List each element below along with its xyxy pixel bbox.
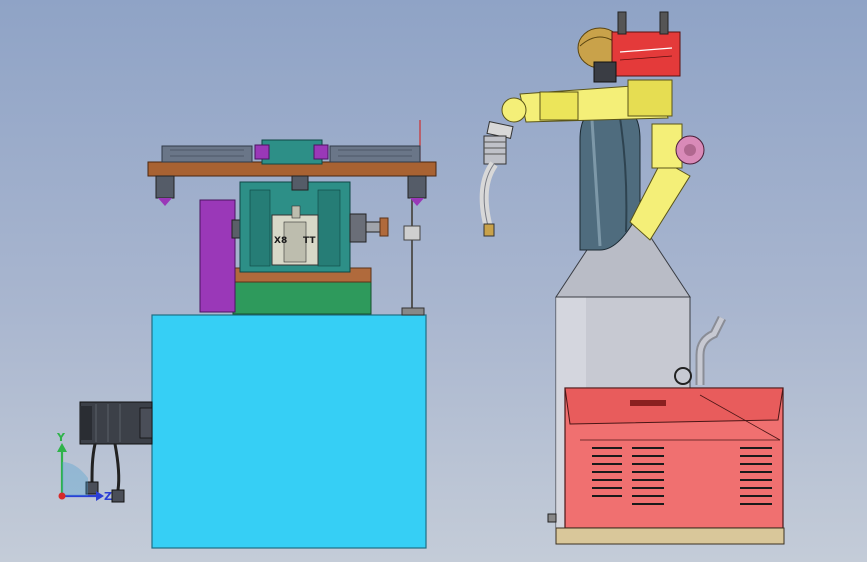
cad-scene[interactable]: X8 TT Y Z <box>0 0 867 562</box>
fixture-green-plate[interactable] <box>232 277 372 315</box>
triad-y-label: Y <box>56 431 66 444</box>
fixture-stamp-label: X8 <box>274 236 287 246</box>
fixture-base-cabinet[interactable] <box>151 314 427 549</box>
welding-torch[interactable] <box>479 121 514 237</box>
welding-power-source[interactable] <box>547 217 785 545</box>
welding-robot[interactable] <box>479 11 705 251</box>
fixture-purple-arm[interactable] <box>199 199 236 313</box>
fixture-stamp-label-2: TT <box>303 236 316 246</box>
robot-red-motor[interactable] <box>611 31 681 77</box>
cad-viewport[interactable]: X8 TT Y Z <box>0 0 867 562</box>
welder-base-plate[interactable] <box>555 527 785 545</box>
rotary-fixture[interactable]: X8 TT <box>79 120 437 549</box>
triad-z-label: Z <box>104 490 112 503</box>
servo-motor[interactable] <box>79 401 153 503</box>
